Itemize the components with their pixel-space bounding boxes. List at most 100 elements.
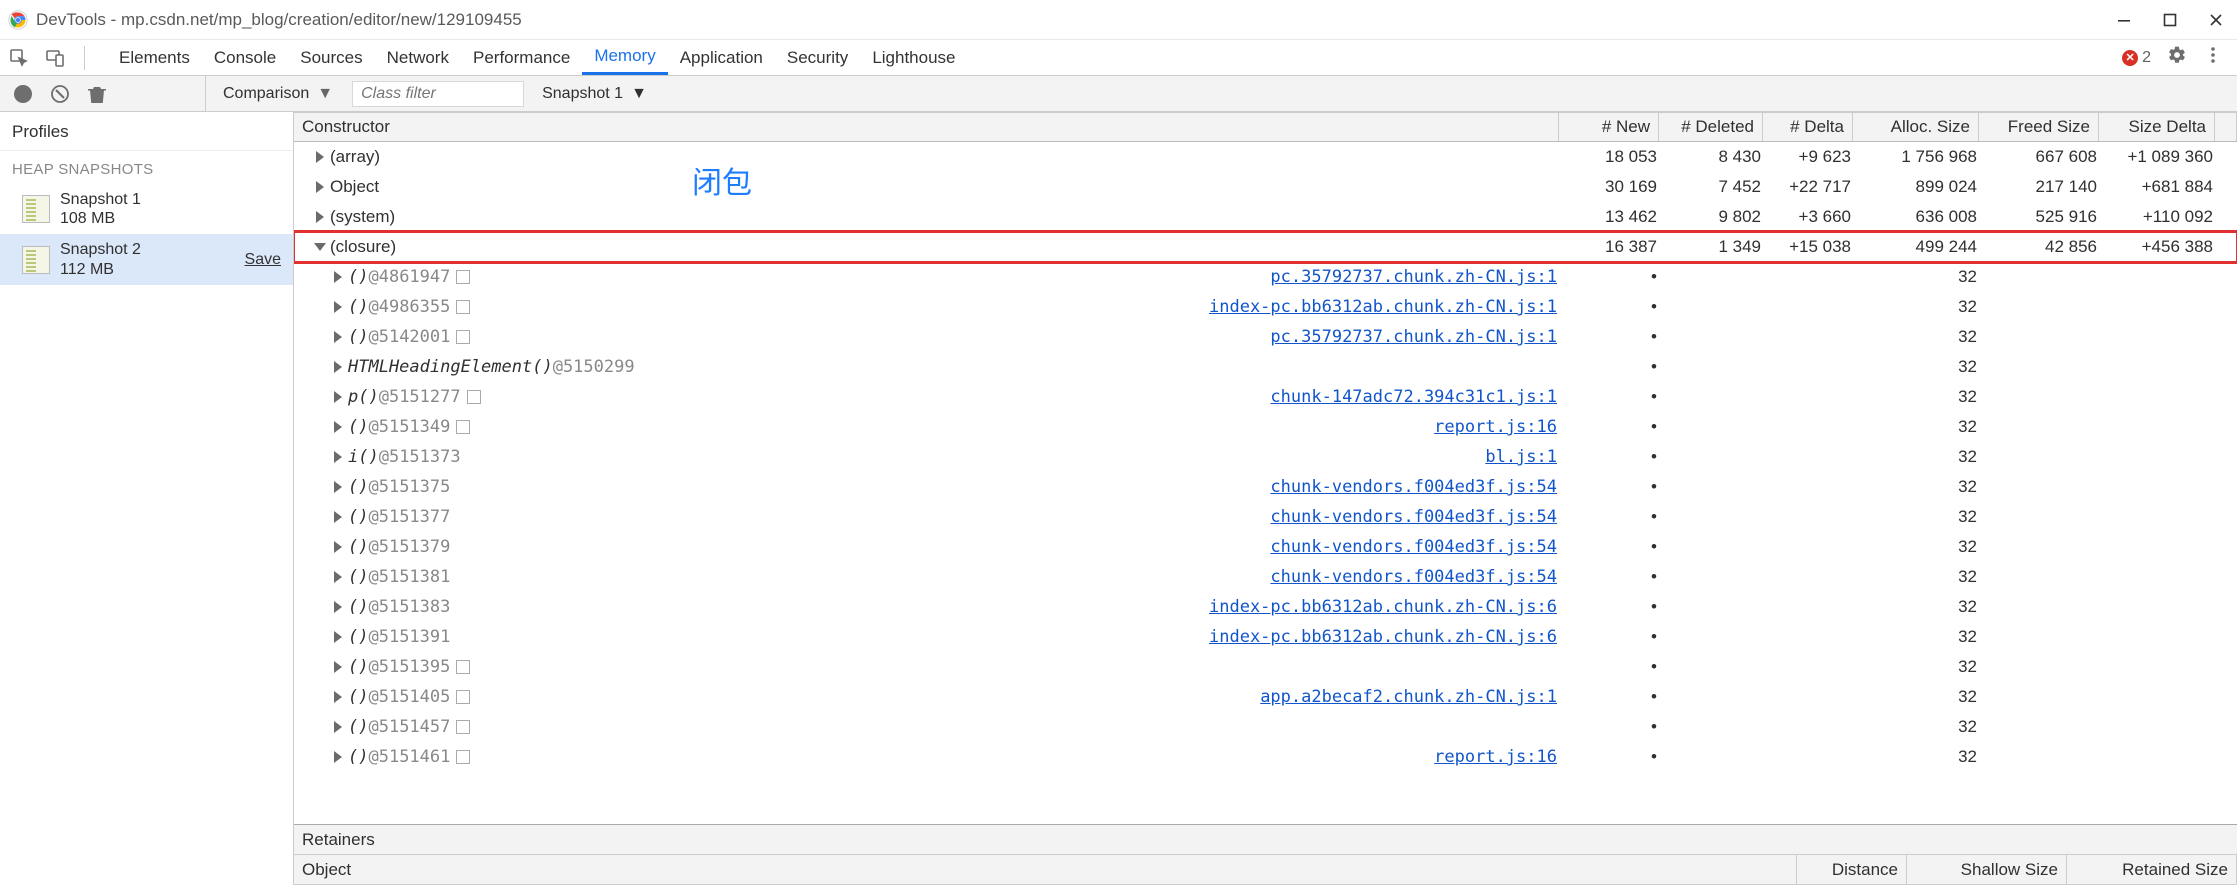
tab-memory[interactable]: Memory [582, 40, 667, 75]
source-link[interactable]: index-pc.bb6312ab.chunk.zh-CN.js:6 [1209, 627, 1557, 647]
source-link[interactable]: index-pc.bb6312ab.chunk.zh-CN.js:1 [1209, 297, 1557, 317]
expand-toggle-icon[interactable] [314, 243, 326, 251]
expand-toggle-icon[interactable] [334, 751, 342, 763]
source-link[interactable]: pc.35792737.chunk.zh-CN.js:1 [1270, 267, 1557, 287]
source-link[interactable]: chunk-vendors.f004ed3f.js:54 [1270, 567, 1557, 587]
source-link[interactable]: chunk-vendors.f004ed3f.js:54 [1270, 507, 1557, 527]
closure-row[interactable]: () @5151405app.a2becaf2.chunk.zh-CN.js:1… [294, 682, 2237, 712]
more-menu-icon[interactable] [2203, 45, 2223, 70]
closure-row[interactable]: HTMLHeadingElement() @5150299•32 [294, 352, 2237, 382]
close-button[interactable] [2207, 11, 2225, 29]
cell-delta: +15 038 [1769, 232, 1859, 262]
closure-row[interactable]: () @5142001pc.35792737.chunk.zh-CN.js:1•… [294, 322, 2237, 352]
closure-row[interactable]: () @5151381chunk-vendors.f004ed3f.js:54•… [294, 562, 2237, 592]
expand-toggle-icon[interactable] [334, 541, 342, 553]
closure-row[interactable]: i() @5151373bl.js:1•32 [294, 442, 2237, 472]
tab-elements[interactable]: Elements [107, 40, 202, 75]
source-link[interactable]: bl.js:1 [1485, 447, 1557, 467]
closure-row[interactable]: () @4861947pc.35792737.chunk.zh-CN.js:1•… [294, 262, 2237, 292]
source-link[interactable]: index-pc.bb6312ab.chunk.zh-CN.js:6 [1209, 597, 1557, 617]
source-link[interactable]: chunk-vendors.f004ed3f.js:54 [1270, 477, 1557, 497]
col-deleted[interactable]: # Deleted [1659, 113, 1763, 141]
source-link[interactable]: report.js:16 [1434, 747, 1557, 767]
expand-toggle-icon[interactable] [334, 721, 342, 733]
tab-performance[interactable]: Performance [461, 40, 582, 75]
maximize-button[interactable] [2161, 11, 2179, 29]
source-link[interactable]: chunk-147adc72.394c31c1.js:1 [1270, 387, 1557, 407]
closure-row[interactable]: () @5151395•32 [294, 652, 2237, 682]
closure-row[interactable]: () @5151383index-pc.bb6312ab.chunk.zh-CN… [294, 592, 2237, 622]
function-name: () [348, 687, 368, 707]
tab-application[interactable]: Application [668, 40, 775, 75]
toggle-device-icon[interactable] [44, 47, 66, 69]
snapshot-size: 108 MB [60, 209, 141, 228]
expand-toggle-icon[interactable] [316, 151, 324, 163]
closure-row[interactable]: () @5151461report.js:16•32 [294, 742, 2237, 772]
closure-row[interactable]: p() @5151277chunk-147adc72.394c31c1.js:1… [294, 382, 2237, 412]
snapshot-item[interactable]: Snapshot 1108 MB [0, 184, 293, 234]
expand-toggle-icon[interactable] [334, 391, 342, 403]
expand-toggle-icon[interactable] [334, 331, 342, 343]
expand-toggle-icon[interactable] [334, 691, 342, 703]
closure-row[interactable]: () @5151349report.js:16•32 [294, 412, 2237, 442]
col-constructor[interactable]: Constructor [294, 113, 1559, 141]
error-count-badge[interactable]: ✕ 2 [2122, 49, 2151, 67]
function-name: () [348, 657, 368, 677]
expand-toggle-icon[interactable] [316, 211, 324, 223]
closure-row[interactable]: () @5151391index-pc.bb6312ab.chunk.zh-CN… [294, 622, 2237, 652]
expand-toggle-icon[interactable] [334, 451, 342, 463]
expand-toggle-icon[interactable] [334, 511, 342, 523]
class-filter-input[interactable] [352, 81, 524, 107]
minimize-button[interactable] [2115, 11, 2133, 29]
expand-toggle-icon[interactable] [334, 421, 342, 433]
expand-toggle-icon[interactable] [334, 601, 342, 613]
col-delta[interactable]: # Delta [1763, 113, 1853, 141]
expand-toggle-icon[interactable] [334, 631, 342, 643]
closure-row[interactable]: () @5151377chunk-vendors.f004ed3f.js:54•… [294, 502, 2237, 532]
constructor-row[interactable]: (system)13 4629 802+3 660636 008525 916+… [294, 202, 2237, 232]
expand-toggle-icon[interactable] [334, 361, 342, 373]
closure-row[interactable]: () @5151379chunk-vendors.f004ed3f.js:54•… [294, 532, 2237, 562]
constructor-row[interactable]: (array)18 0538 430+9 6231 756 968667 608… [294, 142, 2237, 172]
source-link[interactable]: pc.35792737.chunk.zh-CN.js:1 [1270, 327, 1557, 347]
source-link[interactable]: report.js:16 [1434, 417, 1557, 437]
constructor-row[interactable]: (closure)16 3871 349+15 038499 24442 856… [294, 232, 2237, 262]
source-link[interactable]: app.a2becaf2.chunk.zh-CN.js:1 [1260, 687, 1557, 707]
expand-toggle-icon[interactable] [334, 661, 342, 673]
inspect-element-icon[interactable] [8, 47, 30, 69]
view-mode-dropdown[interactable]: Comparison ▼ [214, 81, 342, 107]
grid-body[interactable]: 闭包 (array)18 0538 430+9 6231 756 968667 … [294, 142, 2237, 824]
col-new[interactable]: # New [1559, 113, 1659, 141]
closure-row[interactable]: () @5151457•32 [294, 712, 2237, 742]
tab-security[interactable]: Security [775, 40, 860, 75]
clear-profiles-icon[interactable] [50, 84, 70, 104]
expand-toggle-icon[interactable] [334, 301, 342, 313]
settings-gear-icon[interactable] [2167, 45, 2187, 70]
element-box-icon [456, 420, 470, 434]
expand-toggle-icon[interactable] [316, 181, 324, 193]
col-alloc-size[interactable]: Alloc. Size [1853, 113, 1979, 141]
delete-profile-icon[interactable] [88, 84, 108, 104]
ret-col-shallow[interactable]: Shallow Size [1907, 855, 2067, 884]
expand-toggle-icon[interactable] [334, 481, 342, 493]
ret-col-distance[interactable]: Distance [1797, 855, 1907, 884]
expand-toggle-icon[interactable] [334, 271, 342, 283]
record-button[interactable] [14, 85, 32, 103]
constructor-name: (closure) [330, 237, 396, 257]
col-size-delta[interactable]: Size Delta [2099, 113, 2215, 141]
closure-row[interactable]: () @4986355index-pc.bb6312ab.chunk.zh-CN… [294, 292, 2237, 322]
save-link[interactable]: Save [245, 251, 281, 269]
tab-lighthouse[interactable]: Lighthouse [860, 40, 967, 75]
ret-col-retained[interactable]: Retained Size [2067, 855, 2237, 884]
ret-col-object[interactable]: Object [294, 855, 1797, 884]
snapshot-item[interactable]: Snapshot 2112 MBSave [0, 234, 293, 284]
tab-console[interactable]: Console [202, 40, 288, 75]
base-snapshot-dropdown[interactable]: Snapshot 1 ▼ [534, 82, 655, 106]
expand-toggle-icon[interactable] [334, 571, 342, 583]
closure-row[interactable]: () @5151375chunk-vendors.f004ed3f.js:54•… [294, 472, 2237, 502]
tab-sources[interactable]: Sources [288, 40, 374, 75]
constructor-row[interactable]: Object30 1697 452+22 717899 024217 140+6… [294, 172, 2237, 202]
tab-network[interactable]: Network [375, 40, 461, 75]
col-freed-size[interactable]: Freed Size [1979, 113, 2099, 141]
source-link[interactable]: chunk-vendors.f004ed3f.js:54 [1270, 537, 1557, 557]
